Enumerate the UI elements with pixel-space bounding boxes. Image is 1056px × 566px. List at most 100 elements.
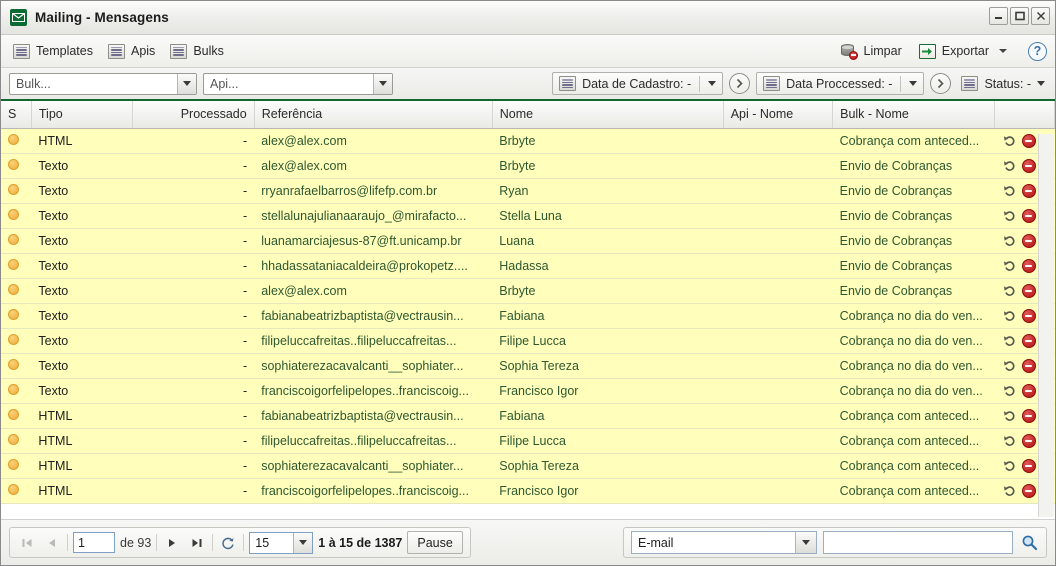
table-row[interactable]: Texto - alex@alex.com Brbyte Envio de Cobran…	[1, 278, 1055, 304]
table-row[interactable]: HTML - sophiaterezacavalcanti__sophiater..…	[1, 453, 1055, 479]
delete-icon[interactable]	[1021, 358, 1036, 373]
delete-icon[interactable]	[1021, 308, 1036, 323]
maximize-button[interactable]	[1010, 7, 1029, 25]
last-page-icon[interactable]	[187, 533, 207, 553]
table-row[interactable]: HTML - fabianabeatrizbaptista@vectrausin..…	[1, 403, 1055, 429]
table-row[interactable]: Texto - luanamarciajesus-87@ft.unicamp.br L…	[1, 228, 1055, 254]
delete-icon[interactable]	[1021, 183, 1036, 198]
table-row[interactable]: HTML - franciscoigorfelipelopes..francisco…	[1, 478, 1055, 504]
undo-icon[interactable]	[1002, 358, 1017, 373]
export-button[interactable]: Exportar	[917, 42, 1014, 61]
undo-icon[interactable]	[1002, 208, 1017, 223]
row-nome: Filipe Lucca	[492, 428, 724, 454]
chevron-down-icon[interactable]	[909, 81, 918, 86]
data-processed-go-button[interactable]	[930, 73, 952, 94]
close-button[interactable]	[1031, 7, 1050, 25]
data-cadastro-go-button[interactable]	[729, 73, 751, 94]
magnifier-icon[interactable]	[1019, 533, 1039, 553]
undo-icon[interactable]	[1002, 283, 1017, 298]
undo-icon[interactable]	[1002, 483, 1017, 498]
delete-icon[interactable]	[1021, 333, 1036, 348]
chevron-down-icon[interactable]	[373, 73, 392, 94]
undo-icon[interactable]	[1002, 133, 1017, 148]
undo-icon[interactable]	[1002, 183, 1017, 198]
clear-button[interactable]: Limpar	[838, 41, 909, 62]
help-icon[interactable]: ?	[1028, 41, 1047, 61]
grid-vertical-scrollbar[interactable]	[1038, 134, 1054, 517]
delete-icon[interactable]	[1021, 133, 1036, 148]
status-filter[interactable]: Status: -	[957, 72, 1049, 95]
pause-button[interactable]: Pause	[407, 531, 463, 554]
delete-icon[interactable]	[1021, 208, 1036, 223]
column-header-processado[interactable]: Processado	[132, 101, 255, 129]
toolbar-item-templates[interactable]: Templates	[11, 42, 100, 61]
undo-icon[interactable]	[1002, 233, 1017, 248]
delete-icon[interactable]	[1021, 258, 1036, 273]
delete-icon[interactable]	[1021, 158, 1036, 173]
undo-icon[interactable]	[1002, 433, 1017, 448]
next-page-icon[interactable]	[162, 533, 182, 553]
row-processado: -	[132, 153, 255, 179]
title-bar: Mailing - Mensagens	[1, 1, 1055, 35]
prev-page-icon[interactable]	[42, 533, 62, 553]
delete-icon[interactable]	[1021, 283, 1036, 298]
data-processed-filter[interactable]: Data Proccessed: -	[756, 72, 925, 95]
delete-icon[interactable]	[1021, 483, 1036, 498]
delete-icon[interactable]	[1021, 408, 1036, 423]
refresh-icon[interactable]	[218, 533, 238, 553]
table-row[interactable]: Texto - stellalunajulianaaraujo_@mirafacto…	[1, 203, 1055, 229]
chevron-down-icon[interactable]	[708, 81, 717, 86]
table-row[interactable]: Texto - fabianabeatrizbaptista@vectrausin.…	[1, 303, 1055, 329]
search-input[interactable]	[823, 531, 1013, 554]
table-row[interactable]: Texto - sophiaterezacavalcanti__sophiater.…	[1, 353, 1055, 379]
column-header-tipo[interactable]: Tipo	[31, 101, 134, 129]
column-header-nome[interactable]: Nome	[492, 101, 724, 129]
chevron-down-icon[interactable]	[1037, 81, 1045, 86]
first-page-icon[interactable]	[17, 533, 37, 553]
undo-icon[interactable]	[1002, 308, 1017, 323]
toolbar-item-bulks[interactable]: Bulks	[168, 42, 231, 61]
undo-icon[interactable]	[1002, 258, 1017, 273]
column-header-api-nome[interactable]: Api - Nome	[723, 101, 834, 129]
column-header-referencia[interactable]: Referência	[254, 101, 493, 129]
search-field-select[interactable]: E-mail	[631, 531, 817, 554]
row-referencia: franciscoigorfelipelopes..franciscoig...	[254, 478, 493, 504]
table-row[interactable]: Texto - filipeluccafreitas..filipeluccafre…	[1, 328, 1055, 354]
bulk-filter-select[interactable]: Bulk...	[9, 72, 197, 95]
page-number-input[interactable]: 1	[73, 532, 115, 553]
undo-icon[interactable]	[1002, 333, 1017, 348]
delete-icon[interactable]	[1021, 458, 1036, 473]
row-api-nome	[723, 253, 833, 279]
chevron-down-icon[interactable]	[795, 532, 816, 553]
delete-icon[interactable]	[1021, 383, 1036, 398]
chevron-down-icon[interactable]	[177, 73, 196, 94]
column-header-bulk-nome[interactable]: Bulk - Nome	[832, 101, 996, 129]
table-row[interactable]: Texto - franciscoigorfelipelopes..francisc…	[1, 378, 1055, 404]
column-header-s[interactable]: S	[1, 101, 32, 129]
row-bulk-nome: Envio de Cobranças	[832, 253, 995, 279]
table-row[interactable]: HTML - filipeluccafreitas..filipeluccafrei…	[1, 428, 1055, 454]
data-cadastro-filter[interactable]: Data de Cadastro: -	[552, 72, 724, 95]
chevron-down-icon[interactable]	[293, 532, 313, 553]
delete-icon[interactable]	[1021, 433, 1036, 448]
table-row[interactable]: Texto - rryanrafaelbarros@lifefp.com.br Rya…	[1, 178, 1055, 204]
toolbar-item-apis[interactable]: Apis	[106, 42, 162, 61]
row-api-nome	[723, 128, 833, 154]
delete-icon[interactable]	[1021, 233, 1036, 248]
undo-icon[interactable]	[1002, 408, 1017, 423]
page-size-select[interactable]: 15	[249, 531, 314, 554]
undo-icon[interactable]	[1002, 458, 1017, 473]
table-row[interactable]: HTML - alex@alex.com Brbyte Cobrança com ant…	[1, 128, 1055, 154]
table-row[interactable]: Texto - alex@alex.com Brbyte Envio de Cobran…	[1, 153, 1055, 179]
undo-icon[interactable]	[1002, 383, 1017, 398]
table-row[interactable]: Texto - hhadassataniacaldeira@prokopetz...…	[1, 253, 1055, 279]
list-icon	[170, 43, 188, 59]
row-processado: -	[132, 228, 255, 254]
undo-icon[interactable]	[1002, 158, 1017, 173]
row-bulk-nome: Envio de Cobranças	[832, 178, 995, 204]
status-filter-label: Status: -	[984, 76, 1031, 91]
api-filter-select[interactable]: Api...	[203, 72, 393, 95]
row-api-nome	[723, 353, 833, 379]
chevron-down-icon[interactable]	[999, 49, 1007, 53]
minimize-button[interactable]	[989, 7, 1008, 25]
